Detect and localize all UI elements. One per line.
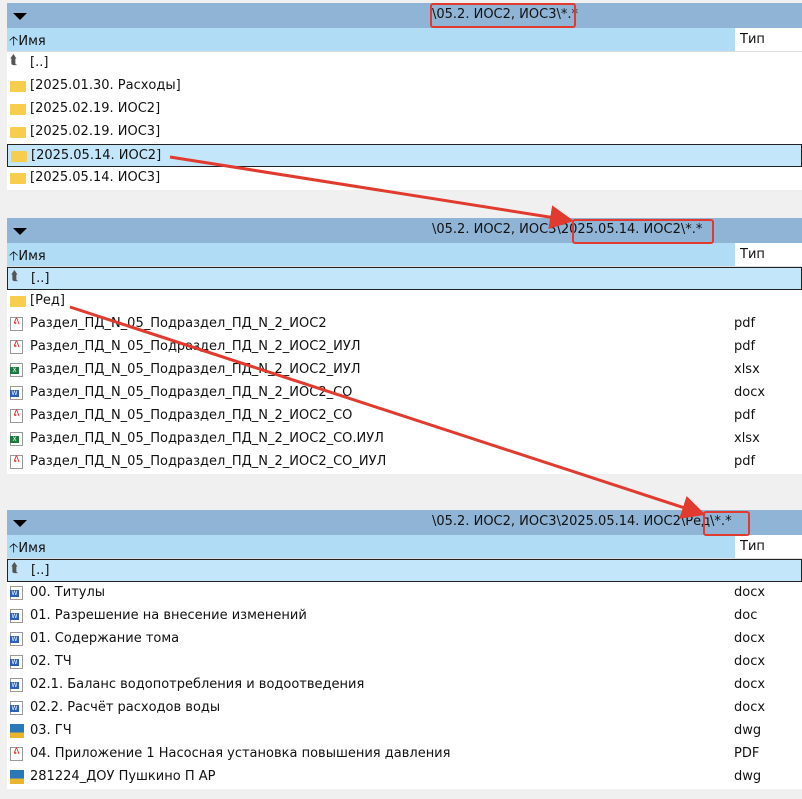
arrow — [169, 155, 574, 230]
annotation-arrows — [69, 155, 706, 519]
arrow — [69, 305, 706, 519]
